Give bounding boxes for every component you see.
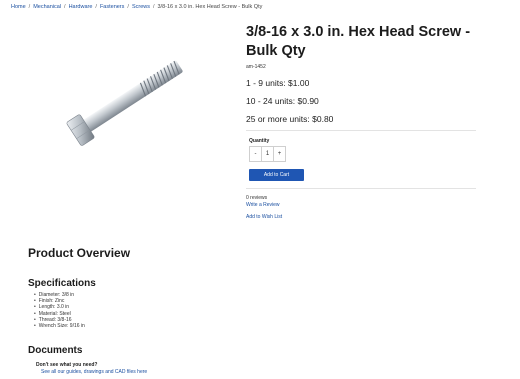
add-to-wish-list-link[interactable]: Add to Wish List <box>246 214 282 220</box>
divider <box>246 130 476 131</box>
quantity-label: Quantity <box>249 138 270 144</box>
specifications-list: Diameter: 3/8 in Finish: Zinc Length: 3.… <box>34 292 85 329</box>
documents-question: Don't see what you need? <box>36 362 98 368</box>
documents-heading: Documents <box>28 345 83 356</box>
price-tier-3: 25 or more units: $0.80 <box>246 114 334 124</box>
add-to-cart-button[interactable]: Add to Cart <box>249 169 304 181</box>
breadcrumb-fasteners-link[interactable]: Fasteners <box>100 4 124 10</box>
price-tier-2: 10 - 24 units: $0.90 <box>246 96 319 106</box>
product-overview-heading: Product Overview <box>28 246 131 260</box>
breadcrumb-separator: / <box>64 4 66 10</box>
product-title: 3/8-16 x 3.0 in. Hex Head Screw - Bulk Q… <box>246 24 471 59</box>
decrement-button[interactable]: - <box>250 147 261 161</box>
breadcrumb-mechanical-link[interactable]: Mechanical <box>33 4 61 10</box>
specifications-heading: Specifications <box>28 278 96 289</box>
breadcrumb-separator: / <box>127 4 129 10</box>
breadcrumb-current: 3/8-16 x 3.0 in. Hex Head Screw - Bulk Q… <box>157 4 263 10</box>
breadcrumb-separator: / <box>152 4 155 10</box>
divider <box>246 188 476 189</box>
breadcrumb: Home / Mechanical / Hardware / Fasteners / Screw… <box>11 4 262 10</box>
review-count: 0 reviews <box>246 195 268 201</box>
breadcrumb-home-link[interactable]: Home <box>11 4 26 10</box>
write-review-link[interactable]: Write a Review <box>246 202 280 208</box>
breadcrumb-separator: / <box>28 4 31 10</box>
breadcrumb-screws-link[interactable]: Screws <box>132 4 150 10</box>
price-tier-1: 1 - 9 units: $1.00 <box>246 78 310 88</box>
documents-link[interactable]: See all our guides, drawings and CAD fil… <box>41 369 147 375</box>
product-sku: am-1452 <box>246 64 266 70</box>
breadcrumb-hardware-link[interactable]: Hardware <box>69 4 93 10</box>
spec-item: Wrench Size: 9/16 in <box>34 323 85 329</box>
quantity-stepper: - 1 + <box>249 146 286 162</box>
increment-button[interactable]: + <box>273 147 285 161</box>
breadcrumb-separator: / <box>95 4 97 10</box>
quantity-input[interactable]: 1 <box>261 147 273 161</box>
hex-head-screw-image <box>55 38 205 158</box>
